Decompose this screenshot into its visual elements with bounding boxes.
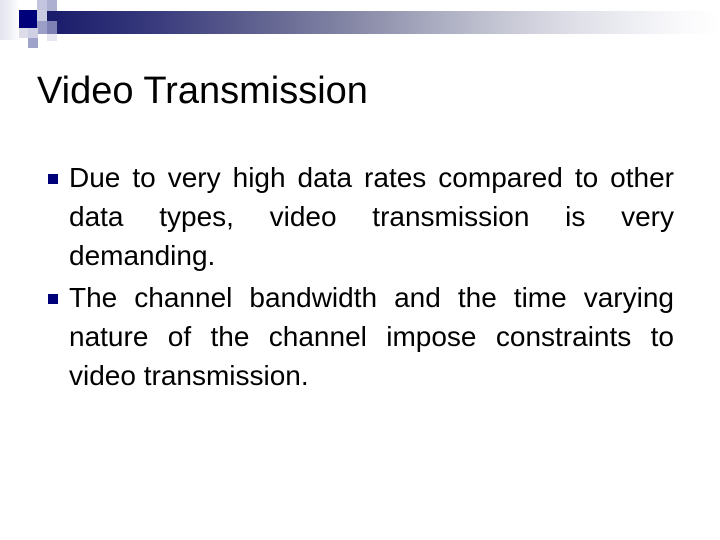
deco-square-lavender-4 — [28, 28, 38, 38]
slide-header-decoration — [0, 0, 720, 56]
slide: Video Transmission Due to very high data… — [0, 0, 720, 540]
slide-body: Due to very high data rates compared to … — [46, 158, 674, 398]
decor-left-band — [0, 0, 19, 40]
deco-square-pale-1 — [47, 34, 57, 41]
bullet-text: The channel bandwidth and the time varyi… — [69, 282, 674, 391]
slide-title: Video Transmission — [37, 70, 368, 112]
bullet-text: Due to very high data rates compared to … — [69, 162, 674, 271]
deco-square-navy — [19, 10, 37, 28]
deco-square-lavender-3 — [19, 28, 28, 38]
list-item: The channel bandwidth and the time varyi… — [46, 278, 674, 395]
decor-gradient-bar — [37, 11, 720, 34]
deco-square-periwinkle-2 — [37, 21, 47, 34]
square-bullet-icon — [48, 174, 58, 184]
deco-square-periwinkle-3 — [47, 21, 57, 34]
square-bullet-icon — [48, 294, 58, 304]
deco-square-periwinkle-1 — [37, 10, 47, 21]
list-item: Due to very high data rates compared to … — [46, 158, 674, 275]
deco-square-lavender-2 — [47, 0, 57, 11]
deco-square-lavender-1 — [37, 0, 47, 10]
deco-square-periwinkle-4 — [28, 38, 38, 48]
